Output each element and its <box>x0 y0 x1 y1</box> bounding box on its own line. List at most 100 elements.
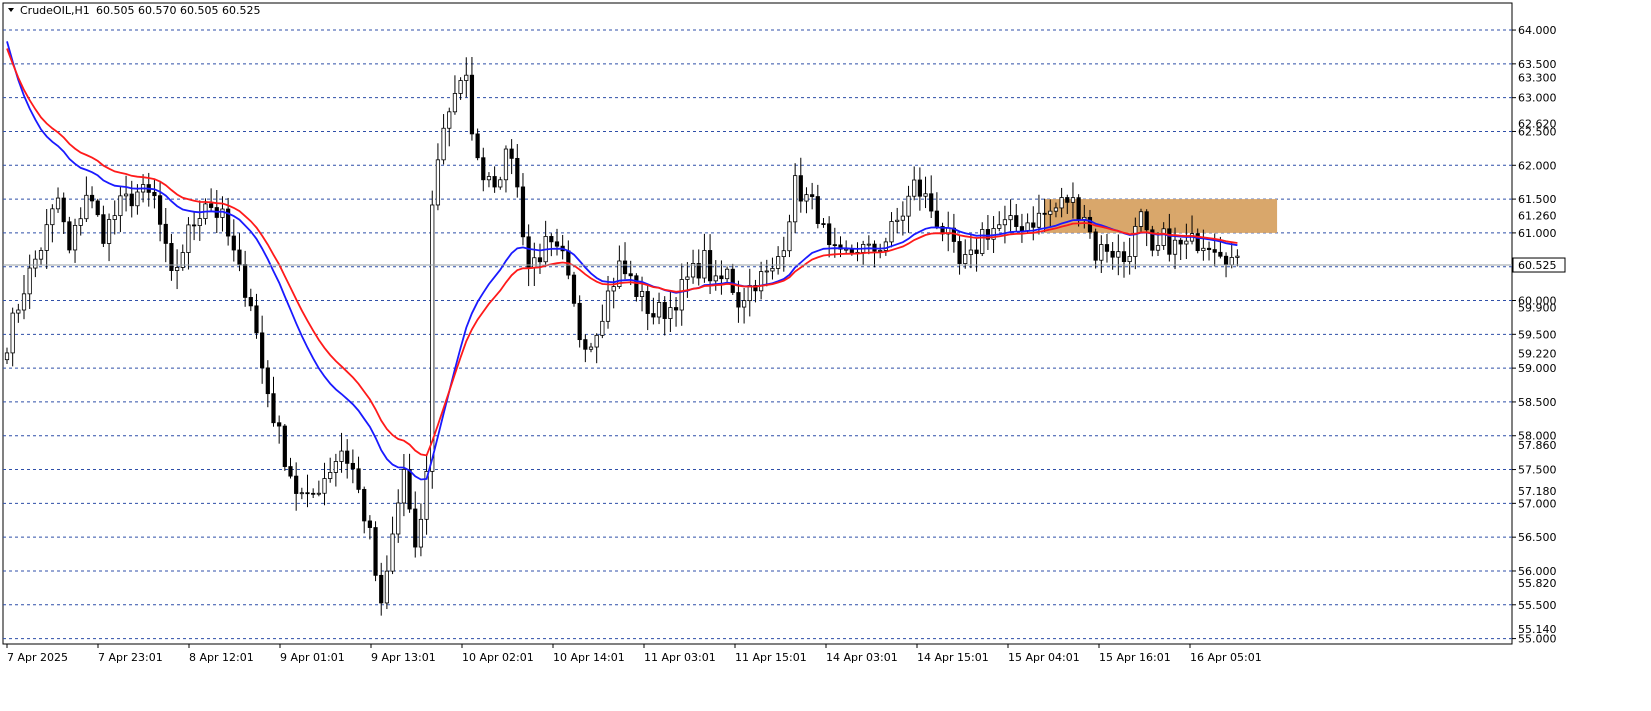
candle-body <box>1167 228 1172 255</box>
candle-body <box>135 191 140 207</box>
candle-body <box>923 193 928 197</box>
candle-body <box>294 475 299 494</box>
candle-body <box>1161 228 1166 246</box>
candle-body <box>844 248 849 251</box>
y-mark-label: 59.220 <box>1518 347 1557 360</box>
candle-body <box>174 267 180 271</box>
candle-body <box>1076 197 1081 220</box>
candle-body <box>4 352 10 361</box>
candle-body <box>815 196 820 224</box>
candle-body <box>804 194 809 202</box>
candle-body <box>379 574 384 604</box>
candle-body <box>243 264 248 298</box>
candle-body <box>639 291 645 297</box>
candle-body <box>588 346 594 350</box>
candle-body <box>311 492 316 495</box>
candle-body <box>997 224 1002 229</box>
candle-body <box>16 309 21 314</box>
candle-body <box>1235 255 1240 258</box>
y-tick-label: 63.000 <box>1518 92 1557 105</box>
candle-body <box>515 157 520 188</box>
x-tick-label: 8 Apr 12:01 <box>189 651 254 664</box>
candle-body <box>339 450 344 462</box>
candle-body <box>957 241 962 264</box>
candle-body <box>821 223 826 225</box>
candle-body <box>1133 226 1138 257</box>
candle-body <box>577 302 582 341</box>
candle-body <box>759 271 764 292</box>
candle-body <box>1144 211 1149 231</box>
candle-body <box>89 194 95 202</box>
candle-body <box>532 257 537 269</box>
y-tick-label: 59.000 <box>1518 362 1557 375</box>
candle-body <box>1201 247 1206 252</box>
candle-body <box>260 332 265 369</box>
candle-body <box>67 221 72 251</box>
x-tick-label: 15 Apr 04:01 <box>1008 651 1080 664</box>
ohlc-values: 60.505 60.570 60.505 60.525 <box>96 4 260 17</box>
x-tick-label: 11 Apr 15:01 <box>735 651 807 664</box>
candle-body <box>787 221 792 252</box>
candle-body <box>1178 239 1183 245</box>
candle-body <box>95 200 100 216</box>
y-tick-label: 63.500 <box>1518 58 1557 71</box>
candle-body <box>1065 197 1070 203</box>
candle-body <box>1002 219 1008 226</box>
candle-body <box>889 221 894 243</box>
candle-body <box>345 450 350 464</box>
candle-body <box>526 236 531 269</box>
candle-body <box>413 508 418 548</box>
candle-body <box>55 197 61 210</box>
candle-body <box>798 175 803 202</box>
candle-body <box>157 195 163 225</box>
candle-body <box>373 527 378 576</box>
candle-body <box>447 111 452 129</box>
candle-body <box>707 250 713 282</box>
x-tick-label: 11 Apr 03:01 <box>644 651 716 664</box>
candle-body <box>781 250 786 258</box>
candle-body <box>481 157 486 181</box>
time-axis: 7 Apr 2025 7 Apr 23:01 8 Apr 12:01 9 Apr 01… <box>6 644 1262 664</box>
candle-body <box>367 520 372 528</box>
x-tick-label: 7 Apr 23:01 <box>98 651 163 664</box>
candle-body <box>1223 255 1229 266</box>
candle-body <box>719 275 724 280</box>
candle-body <box>634 275 639 297</box>
candle-body <box>486 176 492 181</box>
y-tick-label: 61.500 <box>1518 193 1557 206</box>
candle-body <box>776 256 781 269</box>
candle-body <box>662 302 667 319</box>
candle-body <box>832 244 837 247</box>
candle-body <box>724 268 730 280</box>
y-tick-label: 62.000 <box>1518 159 1557 172</box>
candle-body <box>435 159 441 206</box>
x-tick-label: 10 Apr 02:01 <box>462 651 534 664</box>
candle-body <box>1008 215 1013 221</box>
candle-body <box>1110 250 1115 258</box>
candle-body <box>1121 251 1127 263</box>
candle-body <box>1048 210 1053 215</box>
y-tick-label: 57.500 <box>1518 464 1557 477</box>
candle-body <box>736 292 741 308</box>
candle-body <box>1053 207 1059 212</box>
candle-body <box>231 235 236 251</box>
candle-body <box>878 250 883 252</box>
price-chart[interactable]: 64.00063.50063.00062.50062.00061.50061.0… <box>0 0 1651 707</box>
candle-body <box>1070 197 1076 203</box>
candle-body <box>554 241 560 247</box>
candle-body <box>430 204 435 472</box>
candle-body <box>356 468 361 490</box>
y-tick-label: 56.500 <box>1518 531 1557 544</box>
candle-body <box>1172 239 1178 255</box>
candle-body <box>38 250 44 260</box>
candle-body <box>1206 247 1212 250</box>
candle-body <box>1212 249 1217 253</box>
y-tick-label: 57.000 <box>1518 497 1557 510</box>
candle-body <box>509 148 514 159</box>
candle-body <box>770 267 775 272</box>
candle-body <box>611 286 616 292</box>
candle-body <box>929 193 934 212</box>
candle-body <box>305 492 310 495</box>
candle-body <box>265 367 270 395</box>
candle-body <box>651 313 656 318</box>
